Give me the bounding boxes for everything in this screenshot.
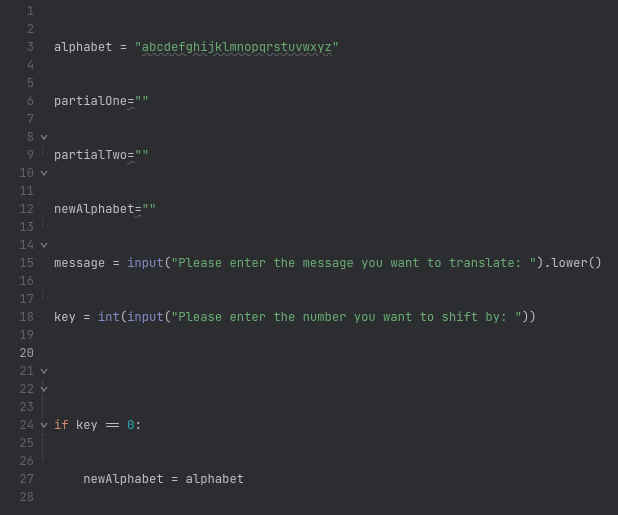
code-line: if key == 0: xyxy=(54,416,618,434)
line-number: 2 xyxy=(0,20,40,38)
code-area[interactable]: alphabet = "abcdefghijklmnopqrstuvwxyz" … xyxy=(54,0,618,515)
line-number: 9 xyxy=(0,146,40,164)
line-number: 24 xyxy=(0,416,40,434)
fold-toggle-icon[interactable] xyxy=(40,164,54,182)
code-line: newAlphabet="" xyxy=(54,200,618,218)
fold-toggle-icon[interactable] xyxy=(40,236,54,254)
code-editor: 1234567891011121314151617181920212223242… xyxy=(0,0,618,515)
line-number: 10 xyxy=(0,164,40,182)
fold-cell xyxy=(40,2,54,20)
code-line: key = int(input("Please enter the number… xyxy=(54,308,618,326)
code-line: partialOne="" xyxy=(54,92,618,110)
fold-cell xyxy=(40,434,54,452)
line-number: 20 xyxy=(0,344,40,362)
fold-cell xyxy=(40,344,54,362)
fold-cell xyxy=(40,326,54,344)
line-number: 28 xyxy=(0,488,40,506)
fold-cell xyxy=(40,182,54,200)
line-number: 4 xyxy=(0,56,40,74)
fold-cell xyxy=(40,398,54,416)
fold-toggle-icon[interactable] xyxy=(40,380,54,398)
line-number: 19 xyxy=(0,326,40,344)
line-number: 21 xyxy=(0,362,40,380)
fold-toggle-icon[interactable] xyxy=(40,416,54,434)
line-number: 23 xyxy=(0,398,40,416)
line-number: 25 xyxy=(0,434,40,452)
fold-toggle-icon[interactable] xyxy=(40,362,54,380)
fold-cell xyxy=(40,488,54,506)
line-number: 8 xyxy=(0,128,40,146)
code-line: alphabet = "abcdefghijklmnopqrstuvwxyz" xyxy=(54,38,618,56)
code-line: newAlphabet = alphabet xyxy=(54,470,618,488)
fold-cell xyxy=(40,146,54,164)
line-number: 3 xyxy=(0,38,40,56)
line-number: 12 xyxy=(0,200,40,218)
line-number: 27 xyxy=(0,470,40,488)
fold-cell xyxy=(40,92,54,110)
fold-cell xyxy=(40,110,54,128)
fold-toggle-icon[interactable] xyxy=(40,128,54,146)
line-number: 6 xyxy=(0,92,40,110)
fold-cell xyxy=(40,452,54,470)
code-line: partialTwo="" xyxy=(54,146,618,164)
line-number: 22 xyxy=(0,380,40,398)
fold-cell xyxy=(40,254,54,272)
fold-cell xyxy=(40,290,54,308)
line-number: 11 xyxy=(0,182,40,200)
fold-cell xyxy=(40,200,54,218)
code-line xyxy=(54,362,618,380)
fold-cell xyxy=(40,74,54,92)
fold-cell xyxy=(40,38,54,56)
line-number: 15 xyxy=(0,254,40,272)
fold-cell xyxy=(40,218,54,236)
line-number: 14 xyxy=(0,236,40,254)
line-number-gutter: 1234567891011121314151617181920212223242… xyxy=(0,0,40,515)
line-number: 1 xyxy=(0,2,40,20)
fold-cell xyxy=(40,56,54,74)
line-number: 18 xyxy=(0,308,40,326)
line-number: 26 xyxy=(0,452,40,470)
line-number: 17 xyxy=(0,290,40,308)
fold-cell xyxy=(40,308,54,326)
folding-gutter xyxy=(40,0,54,515)
line-number: 7 xyxy=(0,110,40,128)
fold-cell xyxy=(40,470,54,488)
line-number: 13 xyxy=(0,218,40,236)
code-line: message = input("Please enter the messag… xyxy=(54,254,618,272)
fold-cell xyxy=(40,20,54,38)
fold-cell xyxy=(40,272,54,290)
line-number: 5 xyxy=(0,74,40,92)
line-number: 16 xyxy=(0,272,40,290)
